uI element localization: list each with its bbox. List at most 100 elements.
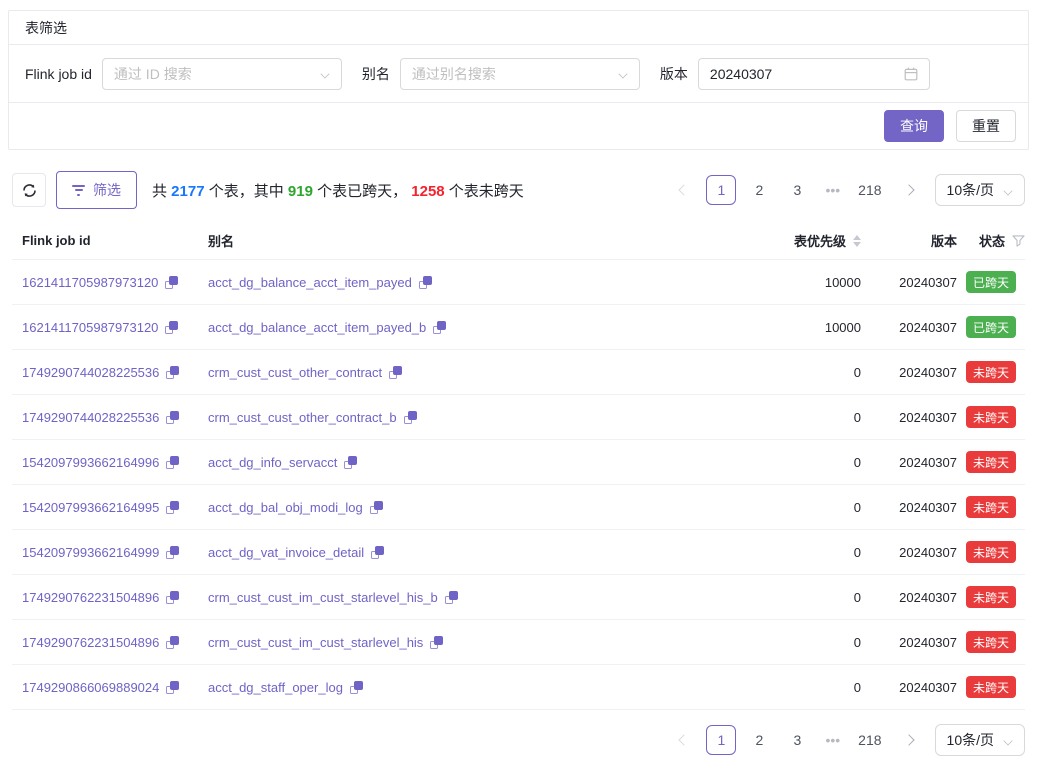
job-id-link[interactable]: 1542097993662164999 — [22, 545, 159, 560]
priority-value: 0 — [638, 410, 873, 425]
page-button-1[interactable]: 1 — [706, 725, 736, 755]
chevron-down-icon — [619, 69, 628, 78]
job-id-link[interactable]: 1621411705987973120 — [22, 320, 158, 335]
priority-value: 0 — [638, 680, 873, 695]
alias-link[interactable]: crm_cust_cust_im_cust_starlevel_his_b — [208, 590, 438, 605]
copy-icon[interactable] — [166, 591, 179, 604]
table-body: 1621411705987973120 acct_dg_balance_acct… — [12, 260, 1025, 710]
copy-icon[interactable] — [389, 366, 402, 379]
page-button-1[interactable]: 1 — [706, 175, 736, 205]
data-table: Flink job id 别名 表优先级 版本 状态 1621411705987… — [12, 222, 1025, 710]
column-header-alias: 别名 — [208, 231, 638, 250]
alias-link[interactable]: acct_dg_balance_acct_item_payed — [208, 275, 412, 290]
copy-icon[interactable] — [166, 456, 179, 469]
job-id-link[interactable]: 1749290744028225536 — [22, 410, 159, 425]
status-badge: 未跨天 — [966, 541, 1016, 563]
reset-button[interactable]: 重置 — [956, 110, 1016, 142]
status-badge: 未跨天 — [966, 406, 1016, 428]
alias-link[interactable]: crm_cust_cust_im_cust_starlevel_his — [208, 635, 423, 650]
query-button[interactable]: 查询 — [884, 110, 944, 142]
copy-icon[interactable] — [344, 456, 357, 469]
alias-link[interactable]: acct_dg_balance_acct_item_payed_b — [208, 320, 426, 335]
version-label: 版本 — [660, 64, 688, 84]
page-button-3[interactable]: 3 — [782, 725, 812, 755]
alias-select[interactable]: 通过别名搜索 — [400, 58, 640, 90]
copy-icon[interactable] — [371, 546, 384, 559]
page-button-2[interactable]: 2 — [744, 725, 774, 755]
next-page-button[interactable] — [895, 725, 923, 755]
copy-icon[interactable] — [166, 546, 179, 559]
table-row: 1621411705987973120 acct_dg_balance_acct… — [12, 305, 1025, 350]
sort-icon[interactable] — [853, 235, 861, 247]
version-date-input[interactable]: 20240307 — [698, 58, 930, 90]
job-id-link[interactable]: 1621411705987973120 — [22, 275, 158, 290]
priority-value: 0 — [638, 635, 873, 650]
refresh-button[interactable] — [12, 173, 46, 207]
copy-icon[interactable] — [165, 276, 178, 289]
version-value: 20240307 — [873, 500, 957, 515]
alias-link[interactable]: acct_dg_vat_invoice_detail — [208, 545, 364, 560]
copy-icon[interactable] — [350, 681, 363, 694]
filter-card-title: 表筛选 — [9, 11, 1028, 45]
copy-icon[interactable] — [166, 636, 179, 649]
page-ellipsis[interactable]: ••• — [820, 175, 845, 205]
job-id-link[interactable]: 1542097993662164995 — [22, 500, 159, 515]
page-ellipsis[interactable]: ••• — [820, 725, 845, 755]
filter-lines-icon — [72, 185, 85, 196]
job-id-link[interactable]: 1749290762231504896 — [22, 590, 159, 605]
table-row: 1749290762231504896 crm_cust_cust_im_cus… — [12, 620, 1025, 665]
copy-icon[interactable] — [404, 411, 417, 424]
page-button-last[interactable]: 218 — [853, 175, 886, 205]
copy-icon[interactable] — [419, 276, 432, 289]
job-id-link[interactable]: 1749290744028225536 — [22, 365, 159, 380]
page-button-3[interactable]: 3 — [782, 175, 812, 205]
copy-icon[interactable] — [166, 681, 179, 694]
version-value: 20240307 — [873, 320, 957, 335]
version-value: 20240307 — [873, 680, 957, 695]
job-id-link[interactable]: 1749290762231504896 — [22, 635, 159, 650]
page-size-value: 10条/页 — [947, 180, 994, 200]
copy-icon[interactable] — [445, 591, 458, 604]
filter-funnel-icon[interactable] — [1012, 235, 1025, 247]
page-button-last[interactable]: 218 — [853, 725, 886, 755]
alias-link[interactable]: crm_cust_cust_other_contract — [208, 365, 382, 380]
job-id-select[interactable]: 通过 ID 搜索 — [102, 58, 342, 90]
job-id-link[interactable]: 1749290866069889024 — [22, 680, 159, 695]
priority-value: 0 — [638, 590, 873, 605]
table-row: 1621411705987973120 acct_dg_balance_acct… — [12, 260, 1025, 305]
table-row: 1542097993662164996 acct_dg_info_servacc… — [12, 440, 1025, 485]
table-stats: 共 2177 个表，其中 919 个表已跨天， 1258 个表未跨天 — [152, 180, 524, 201]
job-id-label: Flink job id — [25, 66, 92, 82]
column-header-version: 版本 — [873, 231, 957, 250]
copy-icon[interactable] — [370, 501, 383, 514]
page-size-select[interactable]: 10条/页 — [935, 174, 1025, 206]
alias-link[interactable]: crm_cust_cust_other_contract_b — [208, 410, 397, 425]
prev-page-button[interactable] — [670, 725, 698, 755]
toolbar: 筛选 共 2177 个表，其中 919 个表已跨天， 1258 个表未跨天 1 … — [12, 171, 1025, 209]
version-value: 20240307 — [873, 275, 957, 290]
alias-link[interactable]: acct_dg_info_servacct — [208, 455, 337, 470]
chevron-down-icon — [321, 69, 330, 78]
alias-link[interactable]: acct_dg_bal_obj_modi_log — [208, 500, 363, 515]
alias-link[interactable]: acct_dg_staff_oper_log — [208, 680, 343, 695]
copy-icon[interactable] — [166, 366, 179, 379]
job-id-link[interactable]: 1542097993662164996 — [22, 455, 159, 470]
prev-page-button[interactable] — [670, 175, 698, 205]
chevron-down-icon — [1004, 736, 1013, 745]
table-row: 1542097993662164995 acct_dg_bal_obj_modi… — [12, 485, 1025, 530]
version-value: 20240307 — [873, 635, 957, 650]
filter-toggle-button[interactable]: 筛选 — [56, 171, 137, 209]
page-button-2[interactable]: 2 — [744, 175, 774, 205]
table-row: 1542097993662164999 acct_dg_vat_invoice_… — [12, 530, 1025, 575]
copy-icon[interactable] — [430, 636, 443, 649]
page-size-select[interactable]: 10条/页 — [935, 724, 1025, 756]
column-header-priority: 表优先级 — [638, 231, 873, 250]
version-value: 20240307 — [873, 545, 957, 560]
copy-icon[interactable] — [433, 321, 446, 334]
next-page-button[interactable] — [895, 175, 923, 205]
version-value: 20240307 — [873, 455, 957, 470]
table-row: 1749290744028225536 crm_cust_cust_other_… — [12, 350, 1025, 395]
copy-icon[interactable] — [165, 321, 178, 334]
copy-icon[interactable] — [166, 501, 179, 514]
copy-icon[interactable] — [166, 411, 179, 424]
